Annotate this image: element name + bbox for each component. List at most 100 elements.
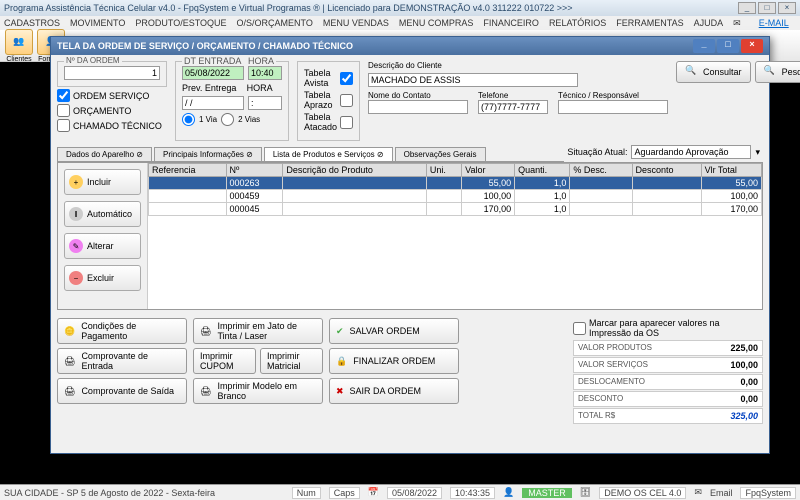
cond-pagamento-button[interactable]: 🪙Condições de Pagamento	[57, 318, 187, 344]
comprovante-saida-button[interactable]: 🖨Comprovante de Saída	[57, 378, 187, 404]
ordem-legend: Nº DA ORDEM	[64, 56, 122, 65]
printer-icon: 🖨	[200, 386, 211, 397]
close-icon: ✖	[336, 386, 344, 397]
search-icon: 🔍	[764, 65, 778, 79]
entrada-time[interactable]	[248, 66, 282, 80]
tab-obs[interactable]: Observações Gerais	[395, 147, 486, 161]
search-icon: 🔍	[685, 65, 699, 79]
chamado-label: CHAMADO TÉCNICO	[73, 121, 162, 131]
orcamento-label: ORÇAMENTO	[73, 106, 131, 116]
menu-vendas[interactable]: MENU VENDAS	[323, 18, 389, 28]
calendar-icon: 📅	[368, 487, 379, 498]
menubar: CADASTROS MOVIMENTO PRODUTO/ESTOQUE O/S/…	[0, 16, 800, 30]
menu-movimento[interactable]: MOVIMENTO	[70, 18, 125, 28]
db-icon: 🗄	[580, 487, 591, 498]
pesquisar-button[interactable]: 🔍Pesquisar	[755, 61, 800, 83]
grid-header[interactable]: Desconto	[632, 164, 701, 177]
table-row[interactable]: 00026355,001,055,00	[149, 177, 762, 190]
lock-icon: 🔒	[336, 356, 347, 367]
entrada-date[interactable]	[182, 66, 244, 80]
chamado-check[interactable]	[57, 119, 70, 132]
menu-financeiro[interactable]: FINANCEIRO	[483, 18, 539, 28]
imprimir-jato-button[interactable]: 🖨Imprimir em Jato de Tinta / Laser	[193, 318, 323, 344]
grid-header[interactable]: Uni.	[426, 164, 461, 177]
aprazo-check[interactable]	[340, 94, 353, 107]
close-button[interactable]: ×	[778, 2, 796, 14]
prev-date[interactable]	[182, 96, 244, 110]
cliente-desc-input[interactable]	[368, 73, 578, 87]
imprimir-matricial-button[interactable]: Imprimir Matricial	[260, 348, 323, 374]
via2-radio[interactable]	[221, 113, 234, 126]
excluir-button[interactable]: −Excluir	[64, 265, 141, 291]
comprovante-entrada-button[interactable]: 🖨Comprovante de Entrada	[57, 348, 187, 374]
app-titlebar: Programa Assistência Técnica Celular v4.…	[0, 0, 800, 16]
consultar-button[interactable]: 🔍Consultar	[676, 61, 751, 83]
salvar-button[interactable]: ✔SALVAR ORDEM	[329, 318, 459, 344]
coin-icon: 🪙	[64, 326, 75, 337]
grid-header[interactable]: % Desc.	[570, 164, 632, 177]
email-link[interactable]: E-MAIL	[759, 18, 789, 28]
menu-compras[interactable]: MENU COMPRAS	[399, 18, 474, 28]
chevron-down-icon[interactable]: ▾	[755, 147, 760, 158]
modal-close[interactable]: ×	[741, 39, 763, 53]
modal-titlebar: TELA DA ORDEM DE SERVIÇO / ORÇAMENTO / C…	[51, 37, 769, 55]
grid-header[interactable]: Quanti.	[515, 164, 570, 177]
automatico-button[interactable]: ‖Automático	[64, 201, 141, 227]
minimize-button[interactable]: _	[738, 2, 756, 14]
menu-cadastros[interactable]: CADASTROS	[4, 18, 60, 28]
incluir-button[interactable]: +Incluir	[64, 169, 141, 195]
app-title: Programa Assistência Técnica Celular v4.…	[4, 3, 573, 13]
order-modal: TELA DA ORDEM DE SERVIÇO / ORÇAMENTO / C…	[50, 36, 770, 454]
responsavel-input[interactable]	[558, 100, 668, 114]
modal-maximize[interactable]: □	[717, 39, 739, 53]
ordem-servico-label: ORDEM SERVIÇO	[73, 91, 149, 101]
tab-produtos[interactable]: Lista de Produtos e Serviços ⊘	[264, 147, 393, 161]
table-row[interactable]: 000459100,001,0100,00	[149, 190, 762, 203]
printer-icon: 🖨	[200, 326, 211, 337]
tabs: Dados do Aparelho ⊘ Principais Informaçõ…	[57, 147, 564, 162]
person-icon: 👤	[503, 487, 514, 498]
status-select[interactable]	[631, 145, 751, 159]
people-icon: 👥	[13, 36, 24, 47]
alterar-button[interactable]: ✎Alterar	[64, 233, 141, 259]
contato-input[interactable]	[368, 100, 468, 114]
telefone-input[interactable]	[478, 100, 548, 114]
atacado-check[interactable]	[340, 116, 353, 129]
clientes-label: Clientes	[6, 56, 31, 63]
imprimir-cupom-button[interactable]: Imprimir CUPOM	[193, 348, 256, 374]
check-icon: ✔	[336, 326, 344, 337]
ordem-servico-check[interactable]	[57, 89, 70, 102]
prev-time[interactable]	[248, 96, 282, 110]
menu-relatorios[interactable]: RELATÓRIOS	[549, 18, 606, 28]
ordem-input[interactable]	[64, 66, 160, 80]
print-values-check[interactable]	[573, 322, 586, 335]
menu-ferramentas[interactable]: FERRAMENTAS	[616, 18, 683, 28]
tab-aparelho[interactable]: Dados do Aparelho ⊘	[57, 147, 152, 161]
sair-button[interactable]: ✖SAIR DA ORDEM	[329, 378, 459, 404]
menu-produto[interactable]: PRODUTO/ESTOQUE	[135, 18, 226, 28]
tab-info[interactable]: Principais Informações ⊘	[154, 147, 262, 161]
table-row[interactable]: 000045170,001,0170,00	[149, 203, 762, 216]
grid-header[interactable]: Vlr Total	[701, 164, 761, 177]
envelope-icon: ✉	[733, 18, 741, 29]
orcamento-check[interactable]	[57, 104, 70, 117]
envelope-icon: ✉	[694, 487, 702, 498]
modal-title: TELA DA ORDEM DE SERVIÇO / ORÇAMENTO / C…	[57, 41, 353, 51]
menu-ajuda[interactable]: AJUDA	[694, 18, 724, 28]
grid-header[interactable]: Referencia	[149, 164, 227, 177]
grid-header[interactable]: Nº	[226, 164, 283, 177]
finalizar-button[interactable]: 🔒FINALIZAR ORDEM	[329, 348, 459, 374]
printer-icon: 🖨	[64, 356, 75, 367]
maximize-button[interactable]: □	[758, 2, 776, 14]
grid-header[interactable]: Valor	[462, 164, 515, 177]
printer-icon: 🖨	[64, 386, 75, 397]
menu-os[interactable]: O/S/ORÇAMENTO	[237, 18, 313, 28]
products-grid[interactable]: ReferenciaNºDescrição do ProdutoUni.Valo…	[148, 163, 762, 309]
grid-header[interactable]: Descrição do Produto	[283, 164, 427, 177]
via1-radio[interactable]	[182, 113, 195, 126]
modal-minimize[interactable]: _	[693, 39, 715, 53]
plus-icon: +	[69, 175, 83, 189]
imprimir-branco-button[interactable]: 🖨Imprimir Modelo em Branco	[193, 378, 323, 404]
avista-check[interactable]	[340, 72, 353, 85]
clientes-button[interactable]: 👥	[5, 29, 33, 55]
